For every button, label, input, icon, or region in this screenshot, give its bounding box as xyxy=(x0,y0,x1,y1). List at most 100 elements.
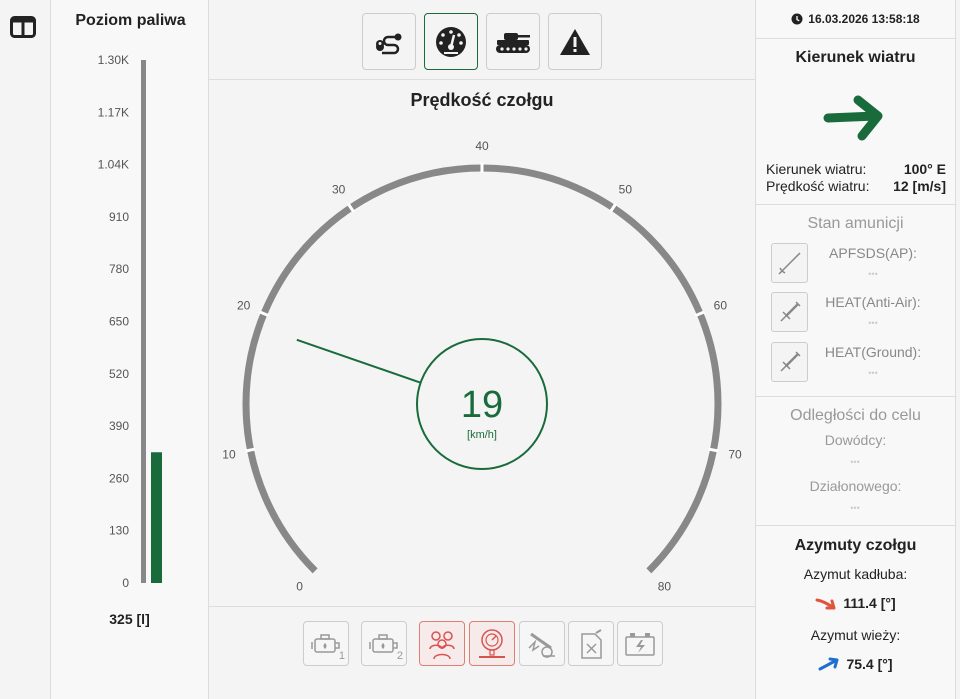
gauge-tick-label: 0 xyxy=(296,579,303,593)
clock-icon xyxy=(791,13,803,25)
hull-azimuth-row: 111.4 [°] xyxy=(756,595,955,611)
target-title: Odległości do celu xyxy=(790,407,921,424)
wind-direction-row: Kierunek wiatru: 100° E xyxy=(766,161,946,177)
hull-azimuth-value: 111.4 [°] xyxy=(843,595,896,611)
fuel-scale-bar xyxy=(141,60,146,583)
tab-route[interactable] xyxy=(362,13,416,70)
ammo-heat-aa-label: HEAT(Anti-Air): xyxy=(825,294,921,310)
artillery-status[interactable] xyxy=(519,621,565,666)
gauge-tick-label: 60 xyxy=(714,298,728,312)
divider xyxy=(756,204,955,205)
pressure-status[interactable] xyxy=(469,621,515,666)
fuel-tick-label: 1.17K xyxy=(98,105,129,119)
wind-direction-label: Kierunek wiatru: xyxy=(766,161,867,177)
engine-1-icon xyxy=(311,633,340,653)
ammo-heat-aa xyxy=(771,292,808,332)
fuel-tick-label: 130 xyxy=(109,524,129,538)
fuel-level-bar xyxy=(151,452,162,583)
engine-1-number: 1 xyxy=(338,650,345,662)
gauge-tick-label: 50 xyxy=(619,182,633,196)
divider xyxy=(756,525,955,526)
ammo-apfsds-value: ••• xyxy=(868,269,878,279)
fuel-tick-label: 0 xyxy=(122,576,129,590)
status-bar: 1 2 xyxy=(209,606,755,699)
battery-status[interactable] xyxy=(617,621,663,666)
speedometer-icon xyxy=(436,26,466,57)
ammo-heat-aa-value: ••• xyxy=(868,318,878,328)
heat-round-icon xyxy=(779,301,801,322)
artillery-icon xyxy=(528,632,555,658)
battery-icon xyxy=(625,632,655,656)
wind-speed-label: Prędkość wiatru: xyxy=(766,178,870,194)
warning-icon xyxy=(560,28,590,55)
engine-2-icon xyxy=(369,633,398,653)
gauge-tick-label: 40 xyxy=(475,139,489,153)
hull-azimuth-arrow-icon xyxy=(815,598,836,610)
heat-round-icon xyxy=(779,351,801,372)
azimuth-title: Azymuty czołgu xyxy=(794,537,917,554)
ammo-heat-ground-value: ••• xyxy=(868,368,878,378)
gunner-value: ••• xyxy=(850,503,860,513)
wind-title: Kierunek wiatru xyxy=(795,49,916,66)
ammo-heat-ground-label: HEAT(Ground): xyxy=(824,344,922,360)
crew-status[interactable] xyxy=(419,621,465,666)
view-tabs xyxy=(209,0,755,80)
turret-azimuth-label: Azymut wieży: xyxy=(810,627,901,643)
turret-azimuth-value: 75.4 [°] xyxy=(846,656,893,672)
gauge-tick-label: 80 xyxy=(658,579,672,593)
gauge-tick-label: 10 xyxy=(222,447,236,461)
turret-azimuth-row: 75.4 [°] xyxy=(756,656,955,672)
route-icon xyxy=(376,33,402,54)
layout-toggle-icon[interactable] xyxy=(10,16,36,38)
tab-tank[interactable] xyxy=(486,13,540,70)
ammo-title: Stan amunicji xyxy=(807,215,904,232)
tab-warnings[interactable] xyxy=(548,13,602,70)
wind-direction-value: 100° E xyxy=(903,161,946,177)
fuel-can-icon xyxy=(581,628,602,659)
info-panel: 16.03.2026 13:58:18 Kierunek wiatru Kier… xyxy=(755,0,956,699)
fuel-tick-label: 910 xyxy=(109,210,129,224)
engine-2-status[interactable]: 2 xyxy=(361,621,407,666)
gauge-tick xyxy=(245,447,256,453)
turret-azimuth-arrow-icon xyxy=(818,657,839,671)
ammo-apfsds xyxy=(771,243,808,283)
commander-value: ••• xyxy=(850,457,860,467)
ammo-apfsds-label: APFSDS(AP): xyxy=(829,245,917,261)
gauge-tick xyxy=(708,447,719,453)
gauge-tick-label: 70 xyxy=(728,447,742,461)
tank-dashboard: Poziom paliwa 1.30K 1.17K 1.04K 910 780 650 52… xyxy=(0,0,960,699)
fuel-tick-label: 780 xyxy=(109,262,129,276)
datetime: 16.03.2026 13:58:18 xyxy=(808,12,920,26)
fuel-can-status[interactable] xyxy=(568,621,614,666)
gunner-label: Działonowego: xyxy=(809,478,902,494)
gauge-tick-label: 30 xyxy=(332,182,346,196)
gauge-tick-label: 20 xyxy=(237,298,251,312)
gauge-needle xyxy=(296,338,421,384)
fuel-tick-label: 520 xyxy=(109,367,129,381)
wind-direction-arrow-icon xyxy=(823,95,883,141)
fuel-tick-label: 390 xyxy=(109,419,129,433)
main-panel: Prędkość czołgu 0 10 20 30 40 50 60 70 80 19 [km… xyxy=(209,0,755,699)
pressure-icon xyxy=(479,628,505,658)
speed-unit: [km/h] xyxy=(467,429,497,441)
fuel-tick-label: 260 xyxy=(109,471,129,485)
fuel-tick-label: 1.30K xyxy=(98,53,129,67)
tank-icon xyxy=(496,32,530,53)
speed-gauge: 0 10 20 30 40 50 60 70 80 19 [km/h] xyxy=(222,139,742,593)
divider xyxy=(756,396,955,397)
commander-label: Dowódcy: xyxy=(824,432,887,448)
left-toolbar xyxy=(0,0,50,699)
fuel-tick-label: 1.04K xyxy=(98,158,129,172)
engine-2-number: 2 xyxy=(396,650,403,662)
fuel-value: 325 [l] xyxy=(109,611,150,627)
datetime-bar: 16.03.2026 13:58:18 xyxy=(756,0,955,39)
ammo-heat-ground xyxy=(771,342,808,382)
dart-round-icon xyxy=(777,252,801,275)
fuel-panel: Poziom paliwa 1.30K 1.17K 1.04K 910 780 650 52… xyxy=(50,0,209,699)
crew-icon xyxy=(429,630,455,659)
hull-azimuth-label: Azymut kadłuba: xyxy=(803,566,908,582)
engine-1-status[interactable]: 1 xyxy=(303,621,349,666)
tab-speedometer[interactable] xyxy=(424,13,478,70)
wind-speed-value: 12 [m/s] xyxy=(893,178,946,194)
wind-speed-row: Prędkość wiatru: 12 [m/s] xyxy=(766,178,946,194)
